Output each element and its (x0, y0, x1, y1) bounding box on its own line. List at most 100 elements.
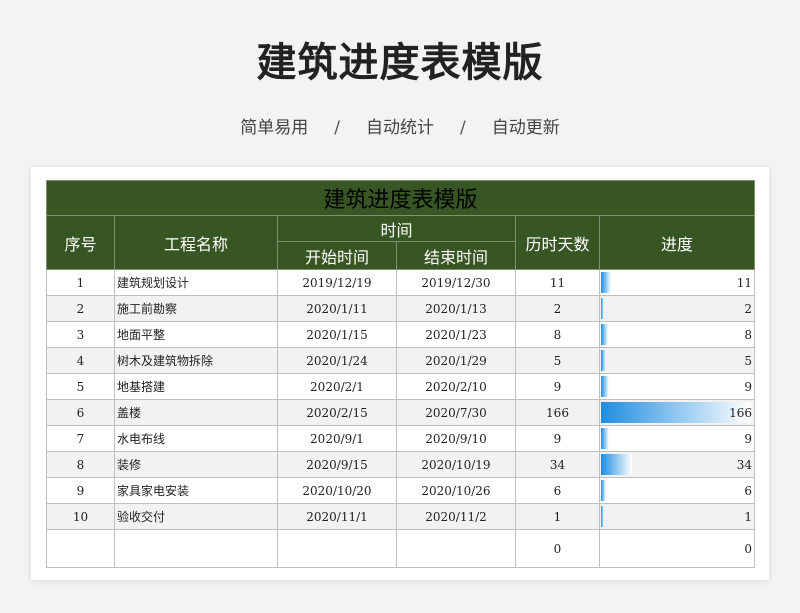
cell-days[interactable]: 9 (515, 425, 600, 452)
cell-name[interactable]: 水电布线 (114, 425, 278, 452)
progress-bar (601, 350, 606, 371)
progress-bar (601, 324, 609, 345)
cell-end[interactable]: 2020/10/26 (396, 477, 516, 504)
cell-seq[interactable]: 10 (46, 503, 115, 530)
cell-start[interactable]: 2020/9/1 (277, 425, 397, 452)
cell-end[interactable]: 2020/11/2 (396, 503, 516, 530)
cell-start[interactable]: 2020/10/20 (277, 477, 397, 504)
progress-value: 166 (729, 405, 752, 420)
table-row: 5 地基搭建 2020/2/1 2020/2/10 9 9 (46, 373, 755, 400)
header-time: 时间 (277, 215, 516, 242)
cell-end[interactable] (396, 529, 516, 568)
cell-progress[interactable]: 0 (599, 529, 755, 568)
cell-seq[interactable]: 4 (46, 347, 115, 374)
cell-start[interactable]: 2020/2/15 (277, 399, 397, 426)
cell-end[interactable]: 2020/1/29 (396, 347, 516, 374)
cell-seq[interactable]: 6 (46, 399, 115, 426)
cell-days[interactable]: 8 (515, 321, 600, 348)
progress-bar (601, 454, 632, 475)
cell-name[interactable]: 盖楼 (114, 399, 278, 426)
cell-days[interactable]: 166 (515, 399, 600, 426)
progress-value: 8 (744, 327, 752, 342)
table-body: 1 建筑规划设计 2019/12/19 2019/12/30 11 11 2 施工前勘察 202… (46, 269, 755, 568)
cell-seq[interactable]: 8 (46, 451, 115, 478)
cell-name[interactable]: 验收交付 (114, 503, 278, 530)
header-end: 结束时间 (396, 241, 516, 270)
cell-name[interactable]: 建筑规划设计 (114, 269, 278, 296)
progress-bar (601, 428, 610, 449)
cell-days[interactable]: 9 (515, 373, 600, 400)
cell-end[interactable]: 2020/1/23 (396, 321, 516, 348)
table-row: 3 地面平整 2020/1/15 2020/1/23 8 8 (46, 321, 755, 348)
cell-name[interactable]: 地基搭建 (114, 373, 278, 400)
page-title: 建筑进度表模版 (256, 40, 544, 86)
subtitle: 简单易用 / 自动统计 / 自动更新 (0, 113, 800, 138)
table-row: 4 树木及建筑物拆除 2020/1/24 2020/1/29 5 5 (46, 347, 755, 374)
header-progress: 进度 (599, 215, 755, 270)
cell-progress[interactable]: 166 (599, 399, 755, 426)
cell-progress[interactable]: 34 (599, 451, 755, 478)
cell-start[interactable]: 2020/1/15 (277, 321, 397, 348)
cell-seq[interactable]: 1 (46, 269, 115, 296)
cell-start[interactable]: 2020/1/11 (277, 295, 397, 322)
progress-table: 建筑进度表模版 序号 工程名称 时间 历时天数 进度 开始时间 结束时间 1 建筑… (46, 180, 755, 568)
cell-days[interactable]: 6 (515, 477, 600, 504)
cell-progress[interactable]: 9 (599, 425, 755, 452)
cell-seq[interactable]: 9 (46, 477, 115, 504)
cell-days[interactable]: 0 (515, 529, 600, 568)
cell-end[interactable]: 2020/10/19 (396, 451, 516, 478)
cell-end[interactable]: 2020/9/10 (396, 425, 516, 452)
progress-value: 5 (744, 353, 752, 368)
progress-value: 6 (744, 483, 752, 498)
header-start: 开始时间 (277, 241, 397, 270)
cell-seq[interactable]: 2 (46, 295, 115, 322)
cell-name[interactable]: 地面平整 (114, 321, 278, 348)
cell-days[interactable]: 11 (515, 269, 600, 296)
cell-progress[interactable]: 2 (599, 295, 755, 322)
cell-start[interactable]: 2020/9/15 (277, 451, 397, 478)
cell-name[interactable] (114, 529, 278, 568)
subtitle-separator: / (460, 118, 466, 138)
cell-progress[interactable]: 8 (599, 321, 755, 348)
cell-start[interactable]: 2019/12/19 (277, 269, 397, 296)
progress-value: 34 (736, 457, 752, 472)
cell-name[interactable]: 家具家电安装 (114, 477, 278, 504)
cell-progress[interactable]: 1 (599, 503, 755, 530)
table-row: 1 建筑规划设计 2019/12/19 2019/12/30 11 11 (46, 269, 755, 296)
table-row: 10 验收交付 2020/11/1 2020/11/2 1 1 (46, 503, 755, 530)
cell-progress[interactable]: 6 (599, 477, 755, 504)
progress-value: 2 (744, 301, 752, 316)
progress-bar (601, 298, 604, 319)
cell-start[interactable]: 2020/1/24 (277, 347, 397, 374)
cell-end[interactable]: 2020/7/30 (396, 399, 516, 426)
table-row: 6 盖楼 2020/2/15 2020/7/30 166 166 (46, 399, 755, 426)
cell-days[interactable]: 2 (515, 295, 600, 322)
cell-seq[interactable]: 3 (46, 321, 115, 348)
subtitle-item: 简单易用 (240, 118, 309, 138)
cell-days[interactable]: 34 (515, 451, 600, 478)
cell-end[interactable]: 2019/12/30 (396, 269, 516, 296)
cell-start[interactable]: 2020/2/1 (277, 373, 397, 400)
cell-end[interactable]: 2020/1/13 (396, 295, 516, 322)
cell-name[interactable]: 装修 (114, 451, 278, 478)
cell-progress[interactable]: 11 (599, 269, 755, 296)
cell-progress[interactable]: 5 (599, 347, 755, 374)
header-days: 历时天数 (515, 215, 600, 270)
table-row: 9 家具家电安装 2020/10/20 2020/10/26 6 6 (46, 477, 755, 504)
cell-days[interactable]: 5 (515, 347, 600, 374)
cell-start[interactable]: 2020/11/1 (277, 503, 397, 530)
table-row: 2 施工前勘察 2020/1/11 2020/1/13 2 2 (46, 295, 755, 322)
cell-days[interactable]: 1 (515, 503, 600, 530)
progress-bar (601, 376, 610, 397)
cell-start[interactable] (277, 529, 397, 568)
cell-name[interactable]: 施工前勘察 (114, 295, 278, 322)
cell-progress[interactable]: 9 (599, 373, 755, 400)
sheet-title: 建筑进度表模版 (46, 180, 755, 216)
cell-end[interactable]: 2020/2/10 (396, 373, 516, 400)
subtitle-item: 自动更新 (491, 118, 560, 138)
cell-seq[interactable]: 5 (46, 373, 115, 400)
progress-bar (601, 506, 604, 527)
cell-name[interactable]: 树木及建筑物拆除 (114, 347, 278, 374)
cell-seq[interactable] (46, 529, 115, 568)
cell-seq[interactable]: 7 (46, 425, 115, 452)
